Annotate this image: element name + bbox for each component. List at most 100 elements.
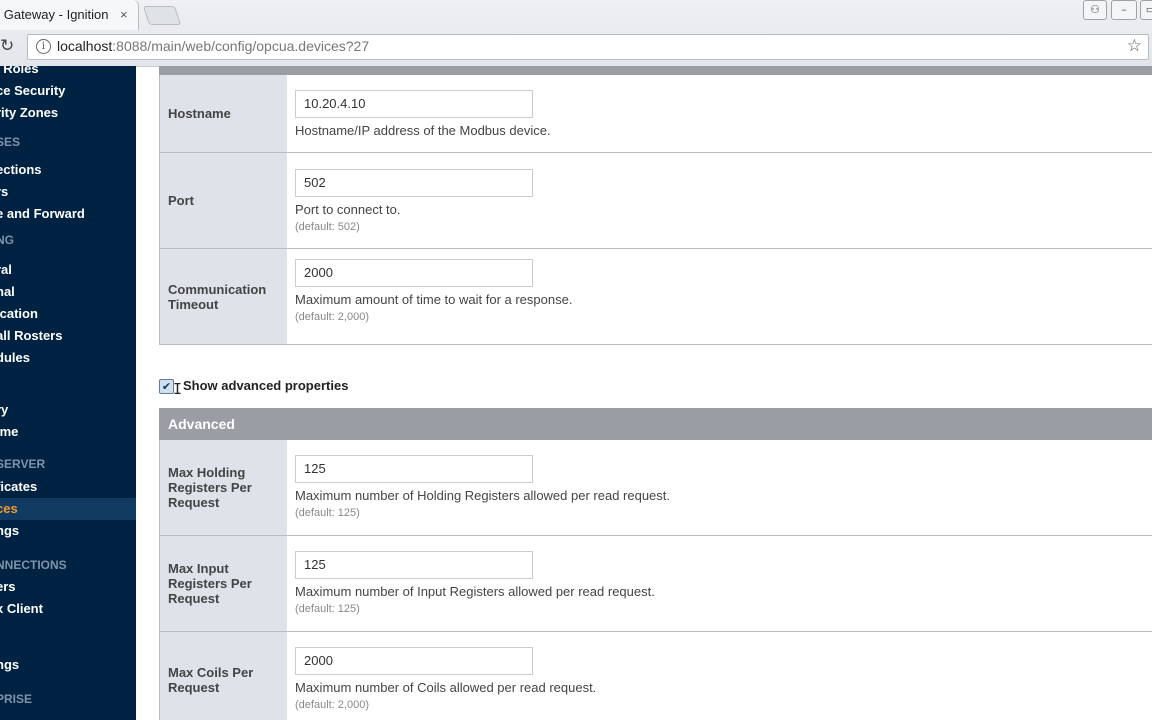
- field-input[interactable]: 2000: [295, 259, 533, 287]
- sidebar-item-label: NG: [0, 233, 14, 247]
- field-label: Communication Timeout: [160, 249, 287, 344]
- form-row: Max Holding Registers Per Request 125 Maxi…: [160, 440, 1152, 536]
- sidebar-item[interactable]: ngs: [0, 520, 136, 542]
- sidebar-item-label: ce Security: [0, 83, 66, 98]
- sidebar-item-label: nal: [0, 284, 15, 299]
- sidebar-item[interactable]: rs: [0, 181, 136, 203]
- sidebar-item-label: SERVER: [0, 457, 46, 471]
- field-default: (default: 125): [295, 507, 360, 519]
- sidebar-item[interactable]: ry: [0, 399, 136, 421]
- settings-table: Hostname 10.20.4.10 Hostname/IP address of…: [159, 75, 1152, 345]
- sidebar-item[interactable]: ime: [0, 421, 136, 443]
- section-header-band: [159, 66, 1152, 75]
- sidebar-item[interactable]: ers: [0, 576, 136, 598]
- field-input[interactable]: 2000: [295, 647, 533, 675]
- sidebar-item-label: rity Zones: [0, 105, 59, 120]
- sidebar-item[interactable]: e and Forward: [0, 203, 136, 225]
- field-label-text: Max Holding Registers Per Request: [168, 465, 252, 510]
- field-label: Max Holding Registers Per Request: [160, 440, 287, 535]
- field-input[interactable]: 10.20.4.10: [295, 90, 533, 118]
- bookmark-star-icon[interactable]: ☆: [1127, 36, 1142, 56]
- sidebar-item[interactable]: x Client: [0, 598, 136, 620]
- sidebar-item[interactable]: all Rosters: [0, 325, 136, 347]
- sidebar-item-label: all Rosters: [0, 328, 63, 343]
- maximize-icon[interactable]: ▭: [1140, 0, 1152, 20]
- field-label: Hostname: [160, 75, 287, 152]
- field-default: (default: 2,000): [295, 699, 369, 711]
- sidebar-item[interactable]: ngs: [0, 654, 136, 676]
- sidebar-item-label: ry: [0, 402, 9, 417]
- text-cursor-icon: I: [173, 380, 183, 398]
- field-input[interactable]: 125: [295, 551, 533, 579]
- url-text[interactable]: localhost:8088/main/web/config/opcua.dev…: [57, 38, 369, 54]
- field-label-text: Max Coils Per Request: [168, 664, 254, 695]
- sidebar-item[interactable]: dules: [0, 347, 136, 369]
- sidebar-item-label: ime: [0, 424, 19, 439]
- minimize-icon[interactable]: –: [1111, 0, 1137, 20]
- sidebar-section-header: NNECTIONS: [0, 554, 136, 576]
- url-host: localhost: [57, 38, 113, 54]
- form-row: Max Input Registers Per Request 125 Maximu…: [160, 536, 1152, 632]
- tab-title: al Gateway - Ignition: [0, 7, 109, 22]
- field-description: Maximum amount of time to wait for a res…: [295, 292, 573, 307]
- sidebar-item-label: , Roles: [0, 66, 39, 76]
- sidebar-item-label: dules: [0, 350, 30, 365]
- sidebar-section-header: SES: [0, 131, 136, 153]
- sidebar-section-header: PRISE: [0, 688, 136, 710]
- page-info-icon[interactable]: i: [36, 39, 51, 54]
- reload-icon[interactable]: ↻: [0, 36, 14, 56]
- sidebar-item-label: SES: [0, 135, 21, 149]
- sidebar-item-label: ication: [0, 306, 38, 321]
- field-description: Maximum number of Input Registers allowe…: [295, 584, 655, 599]
- field-label: Max Coils Per Request: [160, 632, 287, 720]
- browser-chrome: al Gateway - Ignition × ⚇ – ▭ ↻ i localh…: [0, 0, 1152, 67]
- sidebar-item-label: rs: [0, 184, 9, 199]
- show-advanced-checkbox[interactable]: ✔: [159, 379, 174, 394]
- field-description: Hostname/IP address of the Modbus device…: [295, 123, 551, 138]
- sidebar-item-label: e and Forward: [0, 206, 85, 221]
- new-tab-button[interactable]: [142, 6, 182, 25]
- show-advanced-label[interactable]: Show advanced properties: [183, 378, 348, 393]
- sidebar-item-label: ral: [0, 262, 12, 277]
- advanced-section-title: Advanced: [159, 408, 1152, 440]
- sidebar-item-label: ngs: [0, 657, 20, 672]
- sidebar-item[interactable]: , Roles: [0, 66, 136, 80]
- field-input[interactable]: 502: [295, 169, 533, 197]
- field-default: (default: 125): [295, 603, 360, 615]
- sidebar-item-label: x Client: [0, 601, 43, 616]
- field-description: Maximum number of Coils allowed per read…: [295, 680, 597, 695]
- field-label-text: Port: [168, 193, 194, 208]
- sidebar-item-label: ngs: [0, 523, 20, 538]
- tab-close-icon[interactable]: ×: [120, 0, 128, 30]
- browser-tab[interactable]: al Gateway - Ignition ×: [0, 0, 139, 30]
- form-row: Max Coils Per Request 2000 Maximum number …: [160, 632, 1152, 720]
- sidebar-item-label: ficates: [0, 479, 38, 494]
- sidebar-item[interactable]: ce Security: [0, 80, 136, 102]
- profile-icon[interactable]: ⚇: [1083, 0, 1107, 20]
- sidebar-section-header: NG: [0, 229, 136, 251]
- sidebar-section-header: SERVER: [0, 453, 136, 475]
- form-row: Hostname 10.20.4.10 Hostname/IP address of…: [160, 75, 1152, 153]
- field-label-text: Max Input Registers Per Request: [168, 561, 252, 606]
- sidebar-item[interactable]: ficates: [0, 476, 136, 498]
- field-default: (default: 502): [295, 221, 360, 233]
- field-input[interactable]: 125: [295, 455, 533, 483]
- advanced-settings-table: Max Holding Registers Per Request 125 Maxi…: [159, 440, 1152, 720]
- field-label-text: Hostname: [168, 106, 231, 121]
- sidebar-item[interactable]: rity Zones: [0, 102, 136, 124]
- sidebar: , Roles ce Security rity Zones SES ections rs…: [0, 66, 136, 720]
- sidebar-item[interactable]: ral: [0, 259, 136, 281]
- main-content: Hostname 10.20.4.10 Hostname/IP address of…: [136, 66, 1152, 720]
- sidebar-item-label: ers: [0, 579, 16, 594]
- field-description: Port to connect to.: [295, 202, 401, 217]
- field-label: Max Input Registers Per Request: [160, 536, 287, 631]
- sidebar-item[interactable]: ces: [0, 498, 136, 520]
- sidebar-item-label: ections: [0, 162, 42, 177]
- sidebar-item[interactable]: nal: [0, 281, 136, 303]
- sidebar-item[interactable]: ication: [0, 303, 136, 325]
- address-bar[interactable]: i localhost:8088/main/web/config/opcua.d…: [27, 34, 1149, 60]
- field-description: Maximum number of Holding Registers allo…: [295, 488, 671, 503]
- form-row: Port 502 Port to connect to. (default: 502): [160, 153, 1152, 249]
- field-default: (default: 2,000): [295, 311, 369, 323]
- sidebar-item[interactable]: ections: [0, 159, 136, 181]
